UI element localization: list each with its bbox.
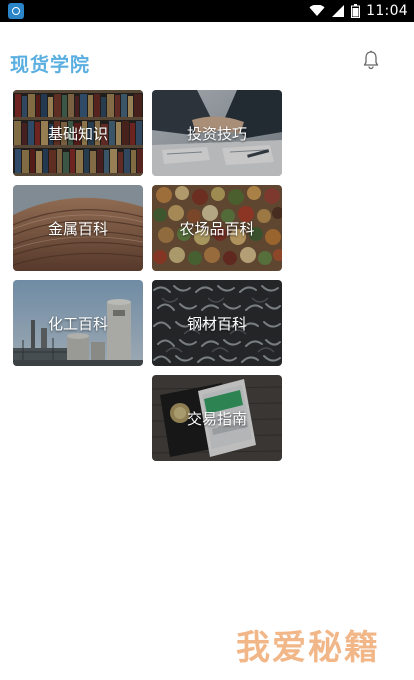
category-card-basics[interactable]: 基础知识 xyxy=(13,90,143,176)
status-time: 11:04 xyxy=(366,3,408,19)
category-label: 基础知识 xyxy=(47,124,108,143)
status-bar: 11:04 xyxy=(0,0,414,22)
app-notification-icon xyxy=(8,3,24,19)
category-label: 金属百科 xyxy=(47,219,108,238)
watermark-text: 我爱秘籍 xyxy=(236,628,380,668)
category-card-chemicals[interactable]: 化工百科 xyxy=(13,280,143,366)
category-card-steel[interactable]: 钢材百科 xyxy=(152,280,282,366)
category-label: 投资技巧 xyxy=(186,124,247,143)
category-card-trading-guide[interactable]: 交易指南 xyxy=(152,375,282,461)
bell-icon[interactable] xyxy=(362,50,380,70)
category-label: 交易指南 xyxy=(186,409,247,428)
app-screen: 11:04 现货学院 基础知识 投资技巧 金属百科 农场品百科 化工百科 钢材百… xyxy=(0,0,414,680)
page-title: 现货学院 xyxy=(10,54,91,76)
category-label: 化工百科 xyxy=(47,314,108,333)
category-card-agriculture[interactable]: 农场品百科 xyxy=(152,185,282,271)
signal-icon xyxy=(332,5,345,17)
battery-icon xyxy=(351,4,361,18)
category-label: 农场品百科 xyxy=(179,219,255,238)
category-label: 钢材百科 xyxy=(186,314,247,333)
status-indicators: 11:04 xyxy=(309,0,408,22)
wifi-icon xyxy=(309,5,325,16)
category-card-investment-tips[interactable]: 投资技巧 xyxy=(152,90,282,176)
category-card-metals[interactable]: 金属百科 xyxy=(13,185,143,271)
